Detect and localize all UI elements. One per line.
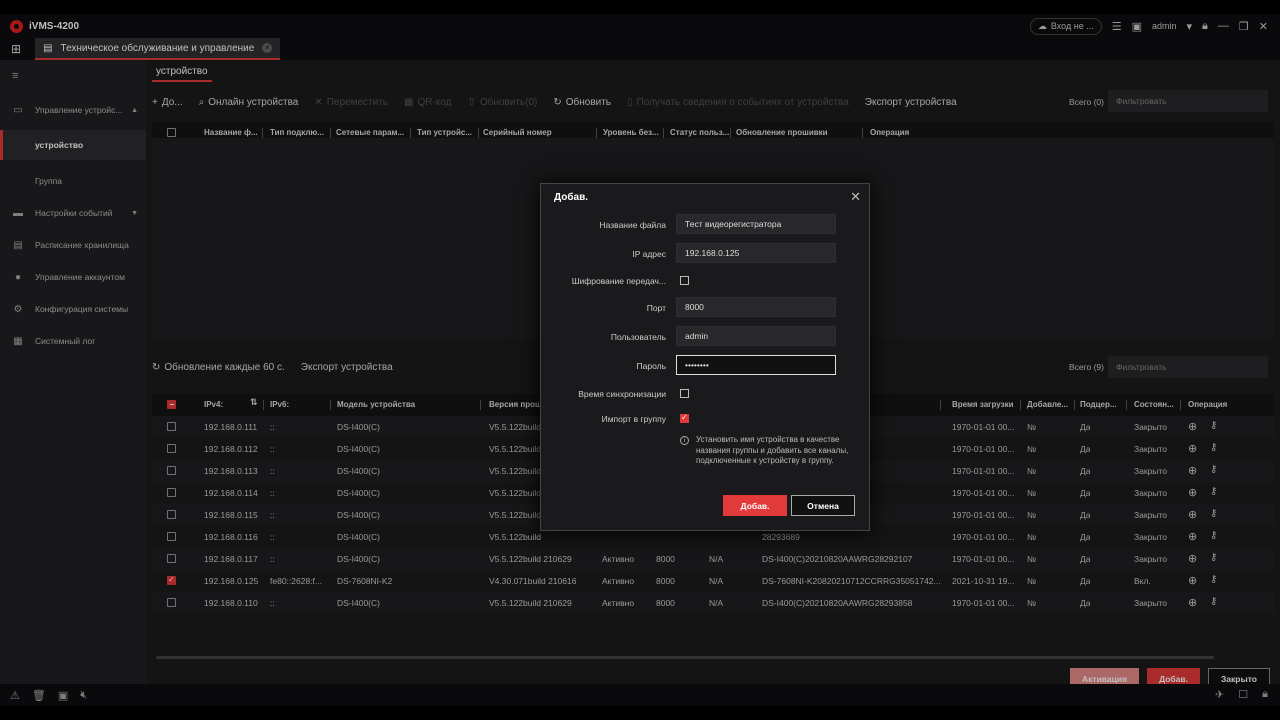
import-group-checkbox[interactable] (680, 413, 689, 423)
info-icon: i (680, 436, 689, 445)
user-label: Пользователь (610, 332, 666, 342)
password-field[interactable]: •••••••• (676, 355, 836, 375)
ip-field[interactable]: 192.168.0.125 (676, 243, 836, 263)
name-field[interactable]: Тест видеорегистратора (676, 214, 836, 234)
encrypt-label: Шифрование передач... (571, 276, 666, 286)
sync-time-label: Время синхронизации (578, 389, 666, 399)
dialog-title: Добав. (554, 192, 589, 203)
add-device-dialog: Добав. ✕ Название файла Тест видеорегист… (540, 183, 870, 531)
password-label: Пароль (636, 361, 667, 371)
import-hint-text: Установить имя устройства в качестве наз… (696, 435, 849, 465)
encrypt-checkbox[interactable] (680, 276, 689, 285)
port-field[interactable]: 8000 (676, 297, 836, 317)
user-field[interactable]: admin (676, 326, 836, 346)
import-group-label: Импорт в группу (601, 414, 666, 424)
sync-time-checkbox[interactable] (680, 389, 689, 398)
port-label: Порт (646, 303, 666, 313)
name-label: Название файла (599, 220, 666, 230)
dialog-cancel-button[interactable]: Отмена (791, 495, 855, 516)
ip-label: IP адрес (632, 249, 666, 259)
import-hint: i Установить имя устройства в качестве н… (680, 435, 860, 467)
dialog-add-button[interactable]: Добав. (723, 495, 787, 516)
dialog-close-icon[interactable]: ✕ (850, 189, 861, 205)
